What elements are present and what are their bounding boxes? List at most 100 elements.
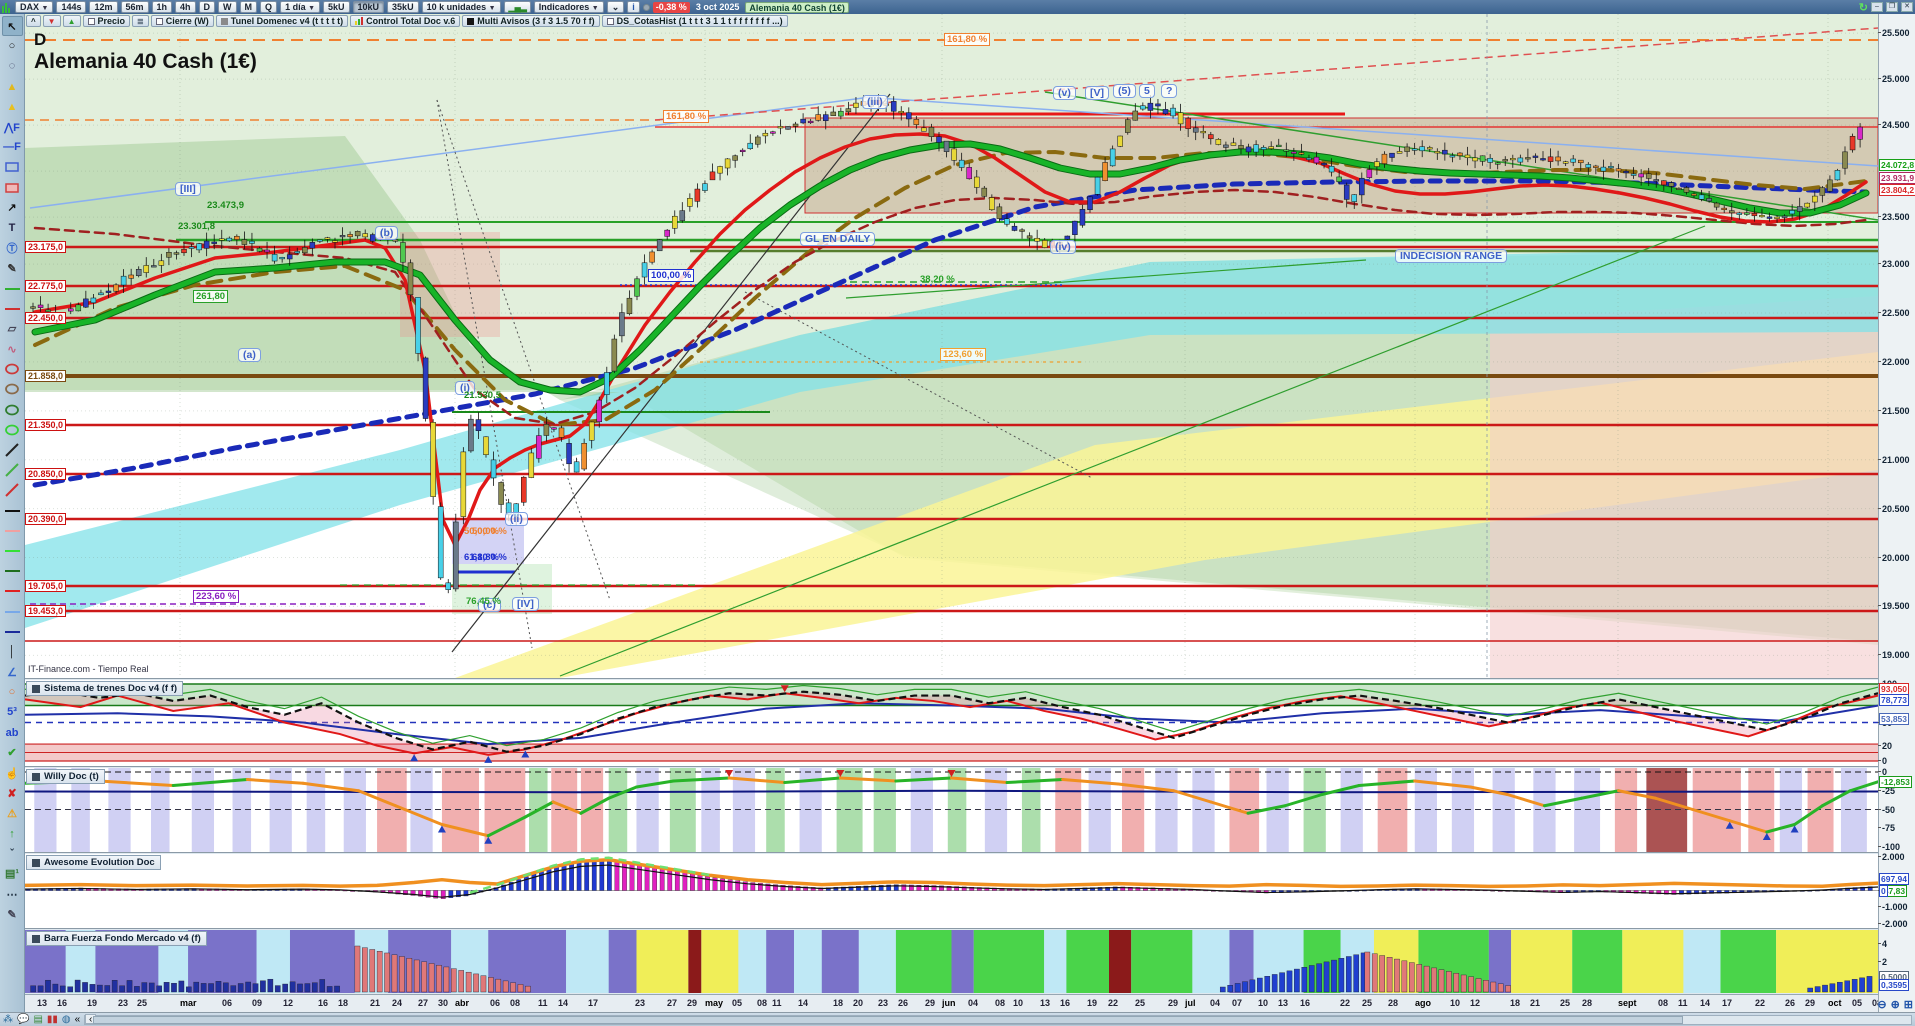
period-dropdown[interactable]: 1 día ▼: [280, 1, 320, 13]
symbol-selector[interactable]: DAX ▼: [15, 1, 53, 13]
price-axis[interactable]: 25.50025.00024.50023.50023.00022.50022.0…: [1878, 0, 1915, 1026]
alarm-edit-tool[interactable]: ▲: [2, 77, 23, 97]
hline-red-tool[interactable]: [2, 581, 23, 601]
panel-header-3[interactable]: Barra Fuerza Fondo Mercado v4 (f): [26, 931, 207, 946]
hline-darkgreen-tool[interactable]: [2, 561, 23, 581]
panel-svg-2[interactable]: [0, 854, 1878, 929]
columns-button[interactable]: ⊞: [1904, 998, 1913, 1011]
arrow-up-green[interactable]: ▲: [63, 15, 81, 27]
pencil-tool[interactable]: ✎: [2, 258, 23, 278]
panel-svg-3[interactable]: [0, 930, 1878, 993]
hline-black-tool[interactable]: [2, 501, 23, 521]
timeframe-button-Q[interactable]: Q: [260, 1, 277, 13]
zoom-out-button[interactable]: ⊖: [1877, 998, 1886, 1011]
rect-red-tool[interactable]: [2, 178, 23, 198]
report-icon[interactable]: ▤: [33, 1014, 42, 1026]
legend-item-ds_cotashist[interactable]: DS_CotasHist (1 t t t 3 1 1 t f f f f f …: [602, 15, 788, 27]
timeframe-button-4h[interactable]: 4h: [175, 1, 196, 13]
timeframe-button-D[interactable]: D: [199, 1, 216, 13]
line-f-tool[interactable]: —F: [2, 137, 23, 157]
panel-header-2[interactable]: Awesome Evolution Doc: [26, 855, 161, 870]
checkbox[interactable]: [88, 18, 95, 25]
callout-tool[interactable]: Ⓣ: [2, 238, 23, 258]
checkbox[interactable]: [156, 18, 163, 25]
chevron-down-tool[interactable]: ˇ: [2, 844, 23, 864]
chart-area[interactable]: [III](a)(b)(iii)(v)[V](5)5?(i)(ii)(c)[IV…: [0, 0, 1878, 1026]
units-dropdown[interactable]: 10 k unidades ▼: [422, 1, 501, 13]
time-axis[interactable]: 1316192325mar060912161821242730abr060811…: [0, 994, 1878, 1012]
scrollbar-thumb[interactable]: [93, 1016, 1683, 1024]
hline-navy-tool[interactable]: [2, 622, 23, 642]
signature-tool[interactable]: ✎: [2, 904, 23, 924]
list-icon[interactable]: ≣: [132, 15, 149, 27]
hline-pink-tool[interactable]: [2, 521, 23, 541]
legend-item-precio[interactable]: Precio: [83, 15, 131, 27]
seg-green-tool[interactable]: [2, 278, 23, 298]
restore-button[interactable]: ❐: [1886, 2, 1898, 12]
thumb-up-tool[interactable]: ☝: [2, 763, 23, 783]
diag-black-tool[interactable]: [2, 440, 23, 460]
doc-badge-tool[interactable]: ▤¹: [2, 864, 23, 884]
zoom-tool[interactable]: ○: [2, 36, 23, 56]
unit-button-10kU[interactable]: 10kU: [353, 1, 385, 13]
warning-tool[interactable]: ⚠: [2, 803, 23, 823]
panel-svg-0[interactable]: [0, 680, 1878, 767]
chat-icon[interactable]: 💬: [17, 1014, 29, 1026]
more-caret-button[interactable]: ⌄: [607, 1, 625, 13]
fib-tool[interactable]: ⋀F: [2, 117, 23, 137]
legend-item-7[interactable]: Control Total Doc v.6: [350, 15, 460, 27]
ellipse-lime-tool[interactable]: [2, 420, 23, 440]
alarm-tool[interactable]: ▲: [2, 97, 23, 117]
panel-header-1[interactable]: Willy Doc (t): [26, 769, 105, 784]
elliott-count-tool[interactable]: 5³: [2, 702, 23, 722]
text-tool[interactable]: T: [2, 218, 23, 238]
collapse-icon[interactable]: «: [75, 1014, 81, 1026]
panel-svg-1[interactable]: [0, 768, 1878, 853]
bars-icon[interactable]: ▮▮: [47, 1014, 58, 1026]
seg-red-tool[interactable]: [2, 299, 23, 319]
legend-item-8[interactable]: Multi Avisos (3 f 3 1.5 70 f f): [462, 15, 599, 27]
chart-type-icon[interactable]: ▁▄▂: [504, 1, 531, 13]
ellipse-red-tool[interactable]: [2, 359, 23, 379]
ellipse-green-tool[interactable]: [2, 400, 23, 420]
x-mark-tool[interactable]: ✘: [2, 783, 23, 803]
angle-tool[interactable]: ∠: [2, 662, 23, 682]
timeframe-button-M[interactable]: M: [240, 1, 258, 13]
h-scrollbar[interactable]: ‹: [84, 1015, 1912, 1025]
web-icon[interactable]: ◍: [62, 1014, 71, 1026]
ruler-tool[interactable]: ▱: [2, 319, 23, 339]
timeframe-button-12m[interactable]: 12m: [89, 1, 117, 13]
checkbox[interactable]: [607, 18, 614, 25]
diag-green-tool[interactable]: [2, 460, 23, 480]
arrow-up-tool[interactable]: ↑: [2, 824, 23, 844]
vline-tool[interactable]: │: [2, 642, 23, 662]
arrow-down-red[interactable]: ▼: [43, 15, 61, 27]
zoom-in-button[interactable]: ⊕: [1891, 998, 1900, 1011]
trend-arrow-tool[interactable]: ↗: [2, 198, 23, 218]
share-icon[interactable]: ⁂: [3, 1014, 13, 1026]
legend-item-6[interactable]: Tunel Domenec v4 (t t t t t): [216, 15, 348, 27]
timeframe-button-144s[interactable]: 144s: [56, 1, 86, 13]
ellipse-brown-tool[interactable]: [2, 379, 23, 399]
unit-button-35kU[interactable]: 35kU: [387, 1, 419, 13]
unit-button-5kU[interactable]: 5kU: [323, 1, 350, 13]
panel-header-0[interactable]: Sistema de trenes Doc v4 (f f): [26, 681, 183, 696]
minimize-button[interactable]: –: [1871, 2, 1883, 12]
abc-label-tool[interactable]: ab: [2, 723, 23, 743]
close-button[interactable]: ✕: [1901, 2, 1913, 12]
zoom-area-tool[interactable]: ◌: [2, 56, 23, 76]
hline-lime-tool[interactable]: [2, 541, 23, 561]
pointer-tool[interactable]: ↖: [2, 16, 23, 36]
timeframe-button-W[interactable]: W: [218, 1, 237, 13]
legend-item-cierre[interactable]: Cierre (W): [151, 15, 214, 27]
rect-blue-tool[interactable]: [2, 157, 23, 177]
hline-lightblue-tool[interactable]: [2, 601, 23, 621]
pattern-tool[interactable]: ∿: [2, 339, 23, 359]
refresh-icon[interactable]: ↻: [1859, 1, 1868, 14]
dots-tool[interactable]: ⋯: [2, 884, 23, 904]
info-button[interactable]: i: [627, 1, 640, 13]
indicators-button[interactable]: Indicadores ▼: [534, 1, 604, 13]
check-tool[interactable]: ✔: [2, 743, 23, 763]
legend-item-0[interactable]: ^: [26, 15, 41, 27]
timeframe-button-1h[interactable]: 1h: [152, 1, 173, 13]
